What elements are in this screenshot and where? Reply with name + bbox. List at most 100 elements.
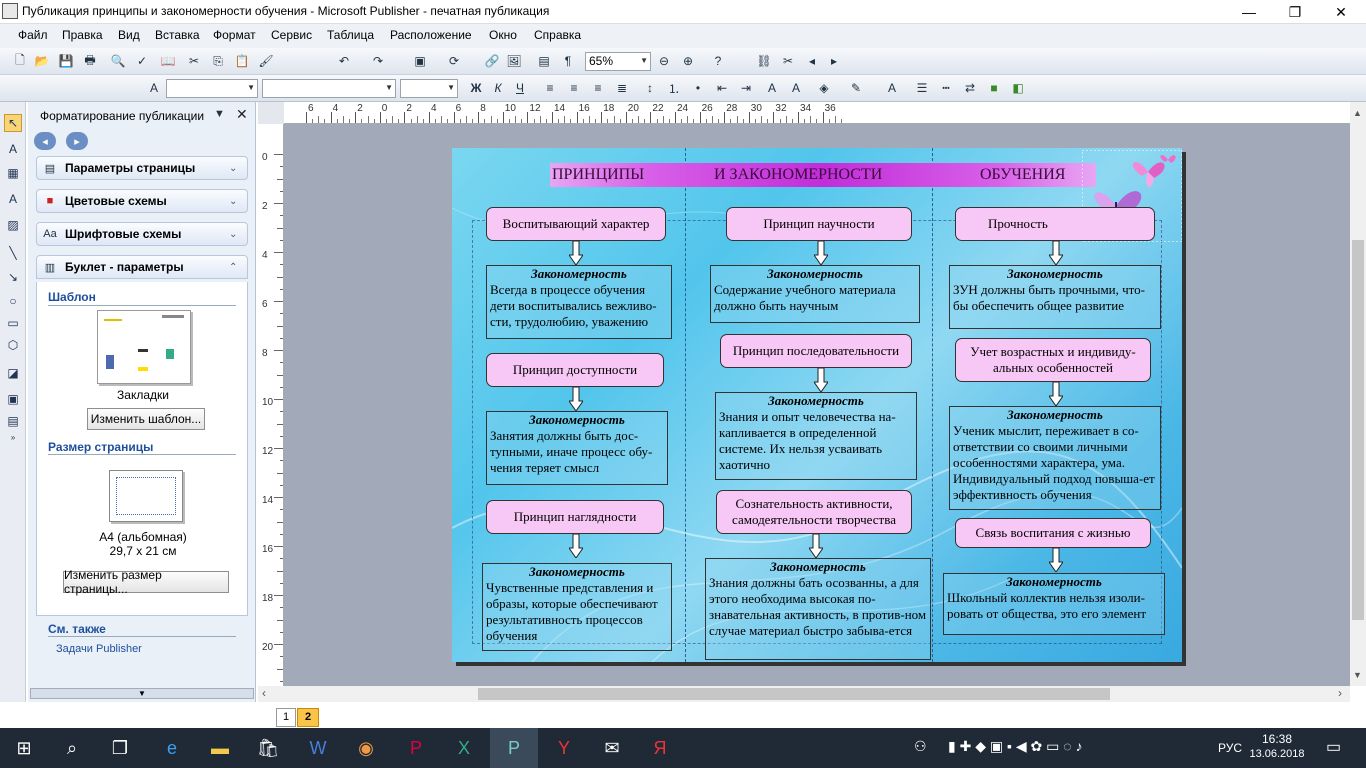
back-icon[interactable]: ◂ (34, 132, 56, 150)
insert-picture-icon[interactable]: 🖼 (506, 53, 522, 69)
principle-box[interactable]: Сознательность активности, самодеятельно… (716, 490, 912, 534)
arrow-icon[interactable]: ↘ (4, 268, 22, 286)
font-name-select[interactable]: ▼ (262, 79, 396, 98)
zoom-out-icon[interactable]: ⊖ (656, 53, 672, 69)
picture-frame-icon[interactable]: ▨ (4, 216, 22, 234)
section-color-schemes[interactable]: ■ Цветовые схемы ⌄ (36, 189, 248, 213)
numbering-icon[interactable]: ⒈ (666, 80, 682, 96)
underline-icon[interactable]: Ч (512, 80, 528, 96)
menu-window[interactable]: Окно (489, 28, 517, 42)
section-font-schemes[interactable]: Aa Шрифтовые схемы ⌄ (36, 222, 248, 246)
section-page-options[interactable]: ▤ Параметры страницы ⌄ (36, 156, 248, 180)
tray-icons[interactable]: ▮ ✚ ◆ ▣ ▪ ◀ ✿ ▭ ◌ ♪ (948, 738, 1082, 755)
law-box[interactable]: Закономерность Занятия должны быть дос-т… (486, 411, 668, 485)
insert-table-icon[interactable]: ▦ (4, 164, 22, 182)
design-gallery-icon[interactable]: ◪ (4, 364, 22, 382)
select-pointer-icon[interactable]: ↖ (4, 114, 22, 132)
autoshapes-icon[interactable]: ⬡ (4, 336, 22, 354)
task-view-icon[interactable]: ❐ (96, 728, 144, 768)
bullets-icon[interactable]: • (690, 80, 706, 96)
vertical-ruler[interactable]: 0 2 4 6 8 10 12 14 16 18 20 (258, 124, 284, 686)
rectangle-icon[interactable]: ▭ (4, 314, 22, 332)
principle-box[interactable]: Воспитывающий характер (486, 207, 666, 241)
menu-tools[interactable]: Сервис (271, 28, 312, 42)
undo-icon[interactable]: ↶ (336, 53, 352, 69)
principle-box[interactable]: Принцип научности (726, 207, 912, 241)
zoom-in-icon[interactable]: ⊕ (680, 53, 696, 69)
menu-table[interactable]: Таблица (327, 28, 374, 42)
powerpoint-icon[interactable]: P (392, 728, 440, 768)
law-box[interactable]: Закономерность ЗУН должны быть прочными,… (949, 265, 1161, 329)
yandex-icon[interactable]: Я (636, 728, 684, 768)
excel-icon[interactable]: X (440, 728, 488, 768)
vertical-scroll-thumb[interactable] (1352, 240, 1364, 620)
store-icon[interactable]: 🛍 (244, 728, 292, 768)
decrease-font-icon[interactable]: A (764, 80, 780, 96)
principle-box[interactable]: Принцип наглядности (486, 500, 664, 534)
style-select[interactable]: ▼ (166, 79, 258, 98)
horizontal-scroll-thumb[interactable] (478, 688, 1110, 700)
vertical-scrollbar[interactable]: ▲ ▼ (1350, 102, 1366, 686)
research-icon[interactable]: 📖 (160, 53, 176, 69)
open-icon[interactable]: 📂 (34, 53, 50, 69)
page-title-banner[interactable]: ПРИНЦИПЫ И ЗАКОНОМЕРНОСТИ ОБУЧЕНИЯ (550, 163, 1096, 187)
law-box[interactable]: Закономерность Чувственные представления… (482, 563, 672, 651)
print-icon[interactable]: 🖶 (82, 53, 98, 69)
word-icon[interactable]: W (294, 728, 342, 768)
search-icon[interactable]: ⌕ (48, 728, 96, 768)
law-box[interactable]: Закономерность Школьный коллектив нельзя… (943, 573, 1165, 635)
zoom-select[interactable]: 65% ▼ (585, 52, 651, 71)
task-pane-scroll-down[interactable]: ▼ (30, 688, 254, 699)
shadow-style-icon[interactable]: ■ (986, 80, 1002, 96)
restore-button[interactable]: ❐ (1272, 0, 1318, 24)
language-indicator[interactable]: РУС (1218, 741, 1242, 755)
people-icon[interactable]: ⚇ (914, 738, 927, 755)
format-painter-icon[interactable]: 🖌 (258, 53, 274, 69)
toolbar-overflow-icon[interactable]: » (4, 432, 22, 442)
new-icon[interactable]: 🗋 (12, 53, 28, 69)
save-icon[interactable]: 💾 (58, 53, 74, 69)
unlink-frames-icon[interactable]: ✂ (780, 53, 796, 69)
menu-file[interactable]: Файл (18, 28, 48, 42)
hot-spot-icon[interactable]: ▣ (4, 390, 22, 408)
line-icon[interactable]: ╲ (4, 244, 22, 262)
font-color-icon[interactable]: A (884, 80, 900, 96)
scroll-right-icon[interactable]: › (1338, 686, 1342, 700)
page-tab-2[interactable]: 2 (297, 708, 319, 727)
oval-icon[interactable]: ○ (4, 292, 22, 310)
spelling-icon[interactable]: ✓ (134, 53, 150, 69)
scroll-left-icon[interactable]: ‹ (262, 686, 266, 700)
yandex-browser-icon[interactable]: Y (540, 728, 588, 768)
previous-frame-icon[interactable]: ◂ (804, 53, 820, 69)
page-tab-1[interactable]: 1 (276, 708, 296, 727)
link-frames-icon[interactable]: ⛓ (756, 53, 772, 69)
principle-box[interactable]: Связь воспитания с жизнью (955, 518, 1151, 548)
next-frame-icon[interactable]: ▸ (826, 53, 842, 69)
print-preview-icon[interactable]: 🔍 (110, 53, 126, 69)
template-thumbnail[interactable] (97, 310, 191, 384)
redo-icon[interactable]: ↷ (370, 53, 386, 69)
horizontal-scrollbar[interactable]: ‹ › (258, 686, 1350, 702)
pilcrow-icon[interactable]: ¶ (560, 53, 576, 69)
styles-icon[interactable]: A (146, 80, 162, 96)
law-box[interactable]: Закономерность Всегда в процессе обучени… (486, 265, 672, 339)
align-left-icon[interactable]: ≡ (542, 80, 558, 96)
principle-box[interactable]: Учет возрастных и индивиду-альных особен… (955, 338, 1151, 382)
task-pane-menu-icon[interactable]: ▼ (214, 108, 225, 120)
increase-font-icon[interactable]: A (788, 80, 804, 96)
menu-edit[interactable]: Правка (62, 28, 103, 42)
file-explorer-icon[interactable]: ▬ (196, 728, 244, 768)
bold-icon[interactable]: Ж (468, 80, 484, 96)
edge-icon[interactable]: e (148, 728, 196, 768)
font-size-select[interactable]: ▼ (400, 79, 458, 98)
fill-color-icon[interactable]: ◈ (816, 80, 832, 96)
line-spacing-icon[interactable]: ↕ (642, 80, 658, 96)
wordart-icon[interactable]: A (4, 190, 22, 208)
italic-icon[interactable]: К (490, 80, 506, 96)
minimize-button[interactable]: — (1226, 0, 1272, 24)
publication-page[interactable]: ПРИНЦИПЫ И ЗАКОНОМЕРНОСТИ ОБУЧЕНИЯ Воспи… (452, 148, 1182, 662)
start-icon[interactable]: ⊞ (0, 728, 48, 768)
bring-forward-icon[interactable]: ▣ (412, 53, 428, 69)
principle-box[interactable]: Прочность (955, 207, 1155, 241)
principle-box[interactable]: Принцип доступности (486, 353, 664, 387)
